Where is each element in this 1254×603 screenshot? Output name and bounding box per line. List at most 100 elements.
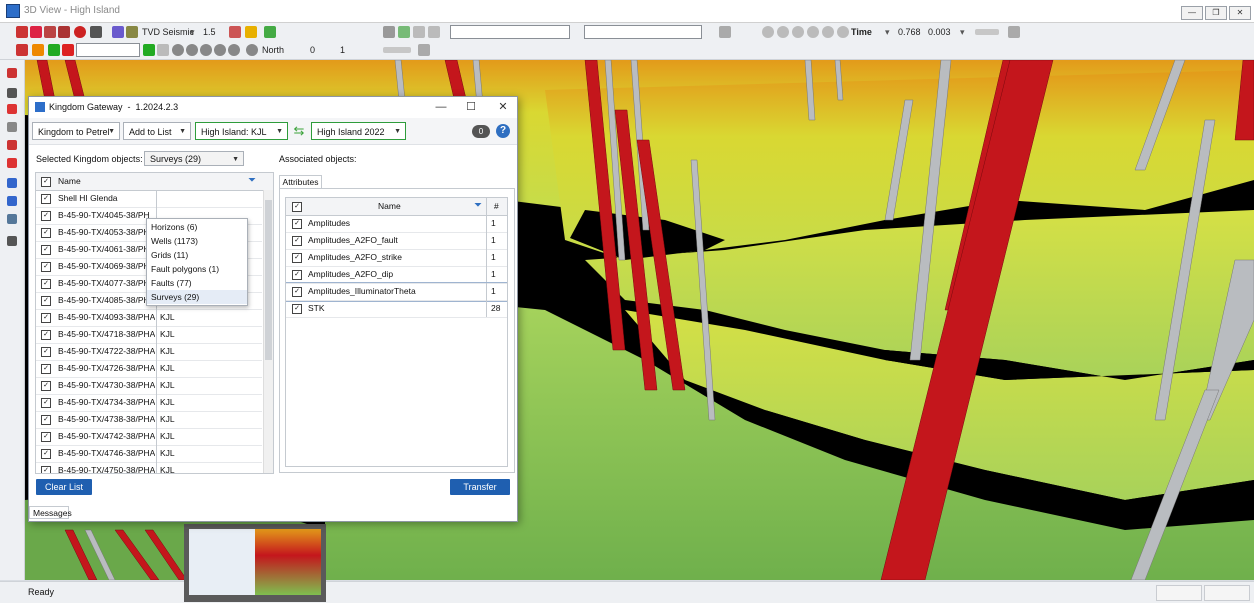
attribute-checkbox[interactable]: ✓ xyxy=(292,236,302,246)
tool-icon[interactable] xyxy=(413,26,425,38)
fault-icon[interactable] xyxy=(62,44,74,56)
layers-icon[interactable] xyxy=(112,26,124,38)
domain-chevron-icon[interactable]: ▾ xyxy=(885,27,890,38)
help-icon[interactable]: ? xyxy=(496,124,510,138)
row-checkbox[interactable]: ✓ xyxy=(41,466,51,473)
attribute-row[interactable]: ✓ Amplitudes_IlluminatorTheta 1 xyxy=(286,282,507,302)
circle-tool-icon[interactable] xyxy=(200,44,212,56)
tool-icon[interactable] xyxy=(428,26,440,38)
tool-icon[interactable] xyxy=(7,236,17,246)
tool-icon[interactable] xyxy=(7,196,17,206)
circle-tool-icon[interactable] xyxy=(228,44,240,56)
maximize-button[interactable]: ❐ xyxy=(1205,6,1227,20)
list-scrollbar[interactable] xyxy=(263,190,273,473)
name-column-header[interactable]: Name xyxy=(58,173,81,189)
row-checkbox[interactable]: ✓ xyxy=(41,347,51,357)
attribute-checkbox[interactable]: ✓ xyxy=(292,304,302,314)
attr-name-column-header[interactable]: Name xyxy=(378,198,401,214)
direction-select[interactable]: North xyxy=(262,45,284,55)
azimuth-value[interactable]: 0 xyxy=(310,45,315,55)
search-box[interactable] xyxy=(584,25,702,39)
row-checkbox[interactable]: ✓ xyxy=(41,449,51,459)
table-row[interactable]: ✓ B-45-90-TX/4734-38/PHASI KJL xyxy=(36,394,262,412)
play-icon[interactable] xyxy=(792,26,804,38)
target-project-dropdown[interactable]: High Island 2022 ▼ xyxy=(311,122,406,140)
pick-tool-icon[interactable] xyxy=(30,26,42,38)
well-tool-icon[interactable] xyxy=(383,26,395,38)
row-checkbox[interactable]: ✓ xyxy=(41,279,51,289)
row-checkbox[interactable]: ✓ xyxy=(41,381,51,391)
view-mode-select[interactable]: TVD Seismic xyxy=(142,27,194,37)
select-all-attributes-checkbox[interactable]: ✓ xyxy=(292,202,302,212)
settings-icon[interactable] xyxy=(1008,26,1020,38)
zoom-slider[interactable] xyxy=(383,47,411,53)
object-type-dropdown[interactable]: Surveys (29) ▼ xyxy=(144,151,244,166)
compass-icon[interactable] xyxy=(246,44,258,56)
tool-icon[interactable] xyxy=(7,88,17,98)
time-value[interactable]: 0.768 xyxy=(898,27,921,37)
row-checkbox[interactable]: ✓ xyxy=(41,228,51,238)
table-row[interactable]: ✓ B-45-90-TX/4750-38/PHASI KJL xyxy=(36,462,262,473)
swap-arrows-icon[interactable]: ⇆ xyxy=(291,124,307,138)
grid-icon[interactable] xyxy=(126,26,138,38)
attribute-checkbox[interactable]: ✓ xyxy=(292,270,302,280)
leaf-icon[interactable] xyxy=(398,26,410,38)
pause-icon[interactable] xyxy=(837,26,849,38)
attribute-row[interactable]: ✓ Amplitudes_A2FO_dip 1 xyxy=(286,266,507,284)
taskbar-thumbnail[interactable] xyxy=(184,524,326,602)
grid-surface-icon[interactable] xyxy=(48,44,60,56)
attribute-checkbox[interactable]: ✓ xyxy=(292,287,302,297)
row-checkbox[interactable]: ✓ xyxy=(41,330,51,340)
house-icon[interactable] xyxy=(58,26,70,38)
table-row[interactable]: ✓ B-45-90-TX/4730-38/PHASI KJL xyxy=(36,377,262,395)
scrollbar-thumb[interactable] xyxy=(265,200,272,360)
step-value[interactable]: 0.003 xyxy=(928,27,951,37)
object-type-option[interactable]: Grids (11) xyxy=(147,248,247,262)
dropdown-icon[interactable] xyxy=(719,26,731,38)
row-checkbox[interactable]: ✓ xyxy=(41,296,51,306)
color-bar-icon[interactable] xyxy=(143,44,155,56)
minimize-button[interactable]: — xyxy=(1181,6,1203,20)
row-checkbox[interactable]: ✓ xyxy=(41,432,51,442)
circle-tool-icon[interactable] xyxy=(186,44,198,56)
pointer-icon[interactable] xyxy=(7,68,17,78)
action-dropdown[interactable]: Add to List ▼ xyxy=(123,122,191,140)
zoom-value[interactable]: 1 xyxy=(340,45,345,55)
object-type-option[interactable]: Wells (1173) xyxy=(147,234,247,248)
row-checkbox[interactable]: ✓ xyxy=(41,245,51,255)
dialog-maximize-button[interactable]: ☐ xyxy=(463,100,479,114)
row-checkbox[interactable]: ✓ xyxy=(41,313,51,323)
filter-icon[interactable]: ⏷ xyxy=(474,198,482,214)
attribute-row[interactable]: ✓ Amplitudes_A2FO_fault 1 xyxy=(286,232,507,250)
object-type-option[interactable]: Faults (77) xyxy=(147,276,247,290)
check-icon[interactable] xyxy=(264,26,276,38)
notification-badge[interactable]: 0 xyxy=(472,125,490,138)
attribute-row[interactable]: ✓ Amplitudes 1 xyxy=(286,215,507,233)
tab-messages[interactable]: Messages xyxy=(29,506,72,519)
last-icon[interactable] xyxy=(822,26,834,38)
tool-icon[interactable] xyxy=(7,140,17,150)
filter-icon[interactable]: ⏷ xyxy=(248,173,256,189)
horizon-icon[interactable] xyxy=(16,44,28,56)
attribute-checkbox[interactable]: ✓ xyxy=(292,253,302,263)
clear-list-button[interactable]: Clear List xyxy=(36,479,92,495)
table-row[interactable]: ✓ B-45-90-TX/4742-38/PHASI KJL xyxy=(36,428,262,446)
table-icon[interactable] xyxy=(157,44,169,56)
surface-icon[interactable] xyxy=(32,44,44,56)
cube-icon[interactable] xyxy=(90,26,102,38)
target-icon[interactable] xyxy=(74,26,86,38)
tool-icon[interactable] xyxy=(7,104,17,114)
tool-icon[interactable] xyxy=(7,158,17,168)
attribute-checkbox[interactable]: ✓ xyxy=(292,219,302,229)
first-icon[interactable] xyxy=(762,26,774,38)
pointer-tool-icon[interactable] xyxy=(16,26,28,38)
settings-icon[interactable] xyxy=(418,44,430,56)
transfer-button[interactable]: Transfer xyxy=(450,479,510,495)
row-checkbox[interactable]: ✓ xyxy=(41,262,51,272)
tab-attributes[interactable]: Attributes xyxy=(279,175,322,189)
exaggeration-value[interactable]: 1.5 xyxy=(203,27,216,37)
row-checkbox[interactable]: ✓ xyxy=(41,415,51,425)
count-column-header[interactable]: # xyxy=(494,198,499,214)
row-checkbox[interactable]: ✓ xyxy=(41,194,51,204)
tool-icon[interactable] xyxy=(7,214,17,224)
